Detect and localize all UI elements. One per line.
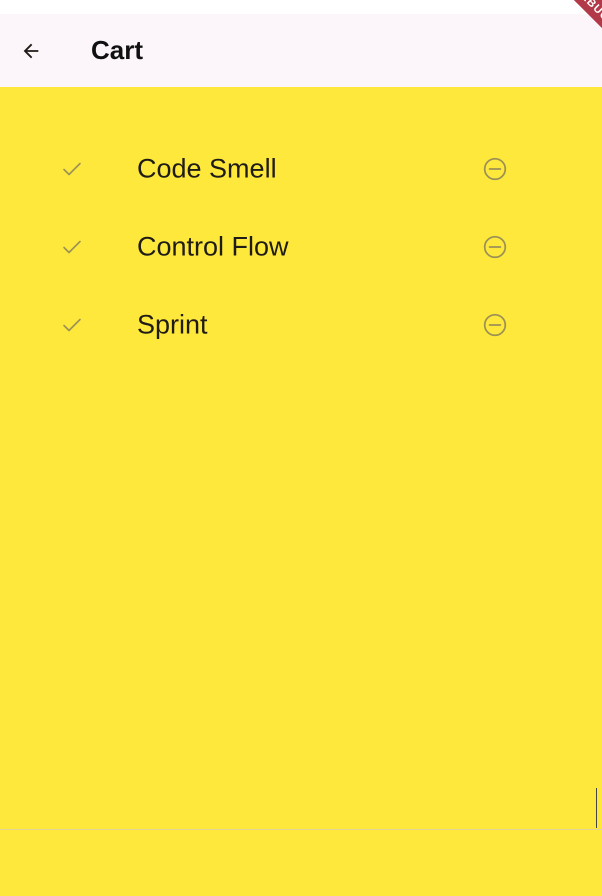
- back-button[interactable]: [0, 14, 62, 87]
- check-icon: [63, 240, 81, 254]
- cart-item-name: Sprint: [137, 309, 208, 340]
- page-title: Cart: [91, 35, 144, 65]
- cart-item: Sprint: [0, 286, 602, 364]
- check-icon: [63, 162, 81, 176]
- remove-circle-outline-icon: [483, 313, 507, 337]
- cart-list: Code Smell Control Flow Sprint: [0, 130, 602, 364]
- window-edge-divider: [596, 788, 597, 828]
- check-icon: [63, 318, 81, 332]
- arrow-back-icon: [23, 43, 39, 58]
- bottom-divider: [0, 829, 602, 830]
- remove-circle-outline-icon: [483, 235, 507, 259]
- remove-item-button[interactable]: [480, 310, 510, 340]
- cart-item: Code Smell: [0, 130, 602, 208]
- status-bar-space: [0, 0, 602, 14]
- cart-item: Control Flow: [0, 208, 602, 286]
- remove-item-button[interactable]: [480, 232, 510, 262]
- remove-item-button[interactable]: [480, 154, 510, 184]
- app-bar: Cart: [0, 14, 602, 87]
- cart-item-name: Control Flow: [137, 231, 289, 262]
- cart-item-name: Code Smell: [137, 153, 277, 184]
- remove-circle-outline-icon: [483, 157, 507, 181]
